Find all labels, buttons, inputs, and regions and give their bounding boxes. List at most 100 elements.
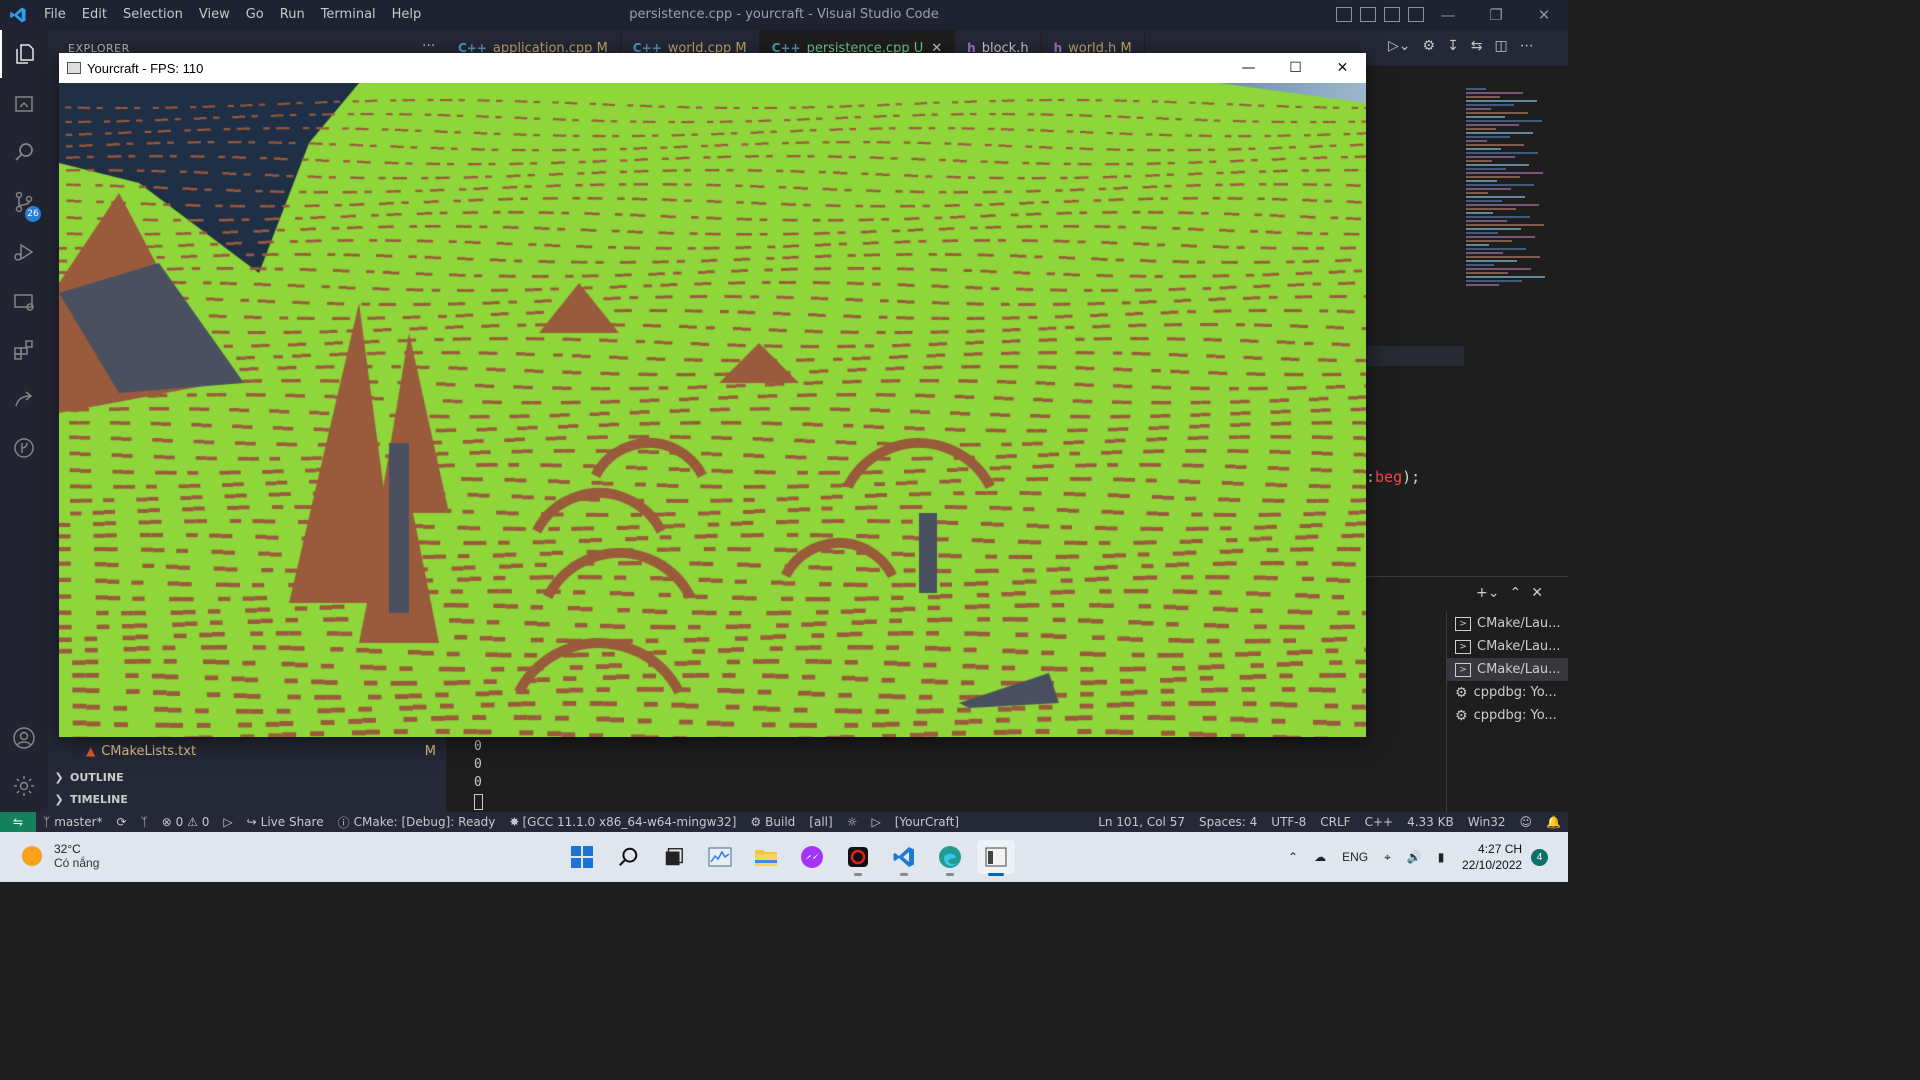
menu-help[interactable]: Help <box>384 0 430 30</box>
game-minimize-icon[interactable]: — <box>1225 53 1272 83</box>
voxel-terrain-viewport[interactable] <box>59 83 1366 737</box>
download-icon[interactable]: ↧ <box>1447 38 1459 54</box>
git-branch[interactable]: ᛉ master* <box>36 815 110 829</box>
extensions-icon[interactable] <box>0 326 48 374</box>
yourcraft-taskbar-icon[interactable] <box>977 840 1015 876</box>
git-graph-icon[interactable] <box>0 424 48 472</box>
launch-play-icon[interactable]: ▷ <box>864 815 887 829</box>
file-explorer-icon[interactable] <box>747 840 785 874</box>
notifications-bell-icon[interactable]: 🔔 <box>1539 815 1568 829</box>
encoding[interactable]: UTF-8 <box>1264 815 1313 829</box>
close-icon[interactable]: ✕ <box>1520 0 1568 30</box>
feedback-icon[interactable]: ☺ <box>1513 815 1540 829</box>
debug-status-icon[interactable]: ▷ <box>216 815 239 829</box>
line-ending[interactable]: CRLF <box>1313 815 1357 829</box>
remote-window-icon[interactable] <box>0 278 48 326</box>
run-debug-icon[interactable] <box>0 228 48 276</box>
chevron-up-icon[interactable]: ⌃ <box>1288 850 1298 864</box>
debug-bug-icon[interactable]: ☼ <box>840 815 865 829</box>
menu-edit[interactable]: Edit <box>74 0 115 30</box>
search-icon[interactable] <box>0 128 48 176</box>
compare-changes-icon[interactable]: ⇆ <box>1471 38 1483 54</box>
build-target[interactable]: [all] <box>802 815 839 829</box>
toggle-panel-icon[interactable] <box>1360 7 1376 22</box>
remote-explorer-icon[interactable] <box>0 80 48 128</box>
menu-file[interactable]: File <box>36 0 74 30</box>
more-actions-icon[interactable]: ⋯ <box>1520 38 1534 54</box>
restore-icon[interactable]: ❐ <box>1472 0 1520 30</box>
weather-widget[interactable]: 32°C Có nắng <box>22 842 99 870</box>
live-share-icon: ↪ <box>246 815 257 829</box>
live-share-icon[interactable] <box>0 376 48 424</box>
clock-date: 22/10/2022 <box>1462 858 1523 872</box>
terminal-item[interactable]: > CMake/Lau... <box>1447 612 1568 635</box>
terminal-item[interactable]: > CMake/Lau... <box>1447 658 1568 681</box>
publish-icon[interactable]: ᛉ <box>134 815 155 829</box>
notification-badge[interactable]: 4 <box>1531 849 1548 866</box>
accounts-icon[interactable] <box>0 714 48 762</box>
terminal-item[interactable]: > CMake/Lau... <box>1447 635 1568 658</box>
maximize-panel-icon[interactable]: ⌃ <box>1509 585 1521 601</box>
outline-section[interactable]: ❯ OUTLINE <box>48 766 446 788</box>
toggle-sidebar-icon[interactable] <box>1336 7 1352 22</box>
terminal-item[interactable]: ⚙ cppdbg: Yo... <box>1447 704 1568 727</box>
platform[interactable]: Win32 <box>1461 815 1513 829</box>
messenger-icon[interactable] <box>793 840 831 874</box>
search-taskbar-icon[interactable] <box>609 840 647 874</box>
remote-indicator-icon[interactable]: ⇋ <box>0 812 36 832</box>
settings-gear-icon[interactable]: ⚙ <box>1423 38 1436 54</box>
clock[interactable]: 4:27 CH 22/10/2022 <box>1462 841 1522 873</box>
vscode-taskbar-icon[interactable] <box>885 840 923 876</box>
panel-actions: +⌄ ⌃ ✕ <box>1476 585 1543 601</box>
edge-icon[interactable] <box>931 840 969 876</box>
volume-icon[interactable]: 🔊 <box>1407 850 1422 864</box>
menu-go[interactable]: Go <box>238 0 272 30</box>
input-language[interactable]: ENG <box>1342 850 1368 864</box>
language-mode[interactable]: C++ <box>1358 815 1401 829</box>
terminal-icon: > <box>1455 662 1471 677</box>
minimize-icon[interactable]: — <box>1424 0 1472 30</box>
manage-gear-icon[interactable] <box>0 762 48 810</box>
close-panel-icon[interactable]: ✕ <box>1531 585 1543 601</box>
menu-view[interactable]: View <box>191 0 238 30</box>
task-manager-icon[interactable] <box>701 840 739 874</box>
new-terminal-icon[interactable]: +⌄ <box>1476 585 1499 601</box>
live-share-button[interactable]: ↪ Live Share <box>240 815 331 829</box>
code-fragment[interactable]: :beg); <box>1366 468 1420 486</box>
cursor-position[interactable]: Ln 101, Col 57 <box>1091 815 1192 829</box>
source-control-icon[interactable]: 26 <box>0 178 48 226</box>
wifi-icon[interactable]: ⌖ <box>1384 850 1391 865</box>
menu-terminal[interactable]: Terminal <box>313 0 384 30</box>
menu-selection[interactable]: Selection <box>115 0 191 30</box>
cmake-kit[interactable]: ✸ [GCC 11.1.0 x86_64-w64-mingw32] <box>502 815 743 829</box>
sync-icon[interactable]: ⟳ <box>110 815 134 829</box>
run-debug-dropdown-icon[interactable]: ▷⌄ <box>1388 38 1411 54</box>
terminal-item[interactable]: ⚙ cppdbg: Yo... <box>1447 681 1568 704</box>
terminal-output[interactable]: 0 0 0 <box>474 738 483 810</box>
toggle-secondary-sidebar-icon[interactable] <box>1384 7 1400 22</box>
split-editor-icon[interactable]: ◫ <box>1495 38 1508 54</box>
timeline-section[interactable]: ❯ TIMELINE <box>48 788 446 810</box>
game-close-icon[interactable]: ✕ <box>1319 53 1366 83</box>
build-button[interactable]: ⚙ Build <box>743 815 802 829</box>
minimap[interactable] <box>1466 88 1556 308</box>
cmake-status[interactable]: ⓘ CMake: [Debug]: Ready <box>331 814 503 831</box>
status-bar: ⇋ ᛉ master* ⟳ ᛉ ⊗ 0 ⚠ 0 ▷ ↪ Live Share ⓘ CM… <box>0 812 1568 832</box>
file-item-cmakelists[interactable]: ▲ CMakeLists.txt M <box>48 740 446 762</box>
indentation[interactable]: Spaces: 4 <box>1192 815 1264 829</box>
customize-layout-icon[interactable] <box>1408 7 1424 22</box>
onedrive-cloud-icon[interactable]: ☁ <box>1314 850 1326 864</box>
garena-icon[interactable] <box>839 840 877 876</box>
start-button[interactable] <box>563 840 601 874</box>
weather-desc: Có nắng <box>54 856 100 870</box>
battery-icon[interactable]: ▮ <box>1438 850 1445 864</box>
terminal-line: 0 <box>474 775 482 790</box>
game-title-bar[interactable]: Yourcraft - FPS: 110 <box>59 53 1366 83</box>
problems-indicator[interactable]: ⊗ 0 ⚠ 0 <box>155 815 217 829</box>
menu-run[interactable]: Run <box>272 0 313 30</box>
launch-target[interactable]: [YourCraft] <box>888 815 966 829</box>
task-view-icon[interactable] <box>655 840 693 874</box>
game-maximize-icon[interactable]: ☐ <box>1272 53 1319 83</box>
explorer-icon[interactable] <box>0 30 48 78</box>
explorer-more-icon[interactable]: ··· <box>422 38 435 54</box>
